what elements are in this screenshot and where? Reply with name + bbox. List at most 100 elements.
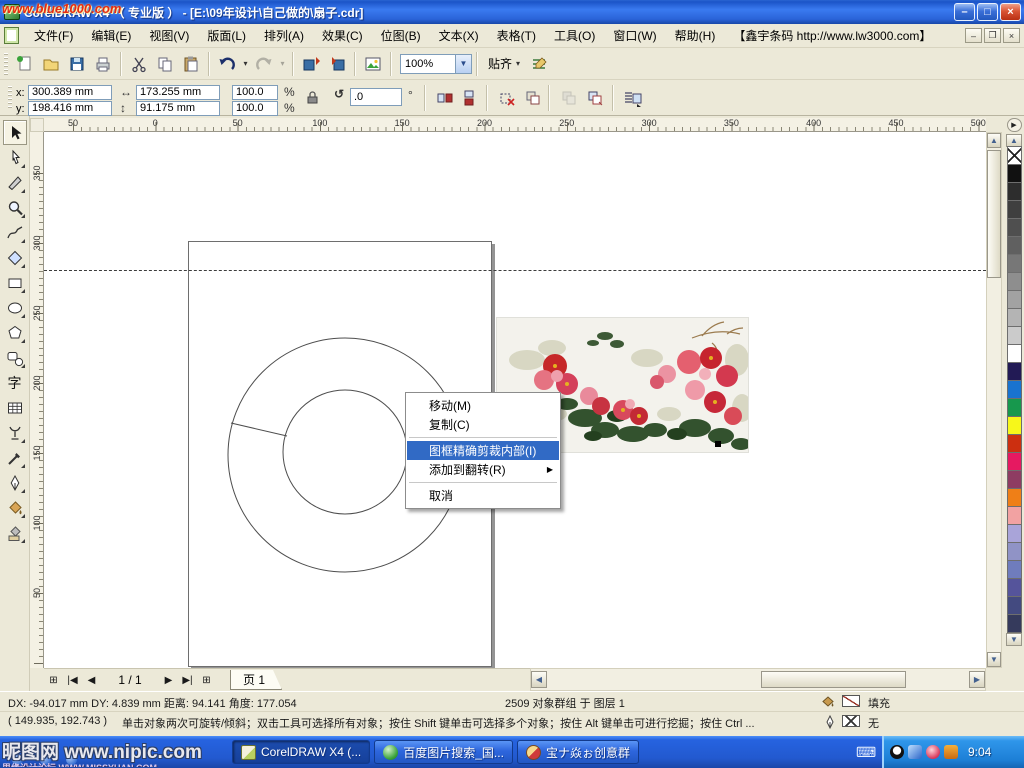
palette-flyout-button[interactable]: ▶ <box>1007 118 1022 132</box>
zoom-combo-arrow-icon[interactable]: ▼ <box>455 55 471 73</box>
menu-item[interactable]: 帮助(H) <box>666 24 725 47</box>
export-button[interactable] <box>324 51 350 77</box>
menu-item[interactable]: 表格(T) <box>488 24 545 47</box>
menu-item[interactable]: 位图(B) <box>372 24 430 47</box>
vertical-ruler[interactable]: 35030025020015010050 <box>30 132 44 668</box>
cut-button[interactable] <box>126 51 152 77</box>
text-tool[interactable]: 字 <box>3 370 27 395</box>
import-button[interactable] <box>298 51 324 77</box>
outline-pen-tool[interactable] <box>3 470 27 495</box>
color-swatch[interactable] <box>1007 614 1022 633</box>
polygon-tool[interactable] <box>3 320 27 345</box>
color-swatch[interactable] <box>1007 434 1022 453</box>
color-swatch[interactable] <box>1007 290 1022 309</box>
ellipse-tool[interactable] <box>3 295 27 320</box>
color-swatch[interactable] <box>1007 326 1022 345</box>
shape-tool[interactable] <box>3 145 27 170</box>
undo-button[interactable] <box>214 51 240 77</box>
open-button[interactable] <box>38 51 64 77</box>
security-tray-icon[interactable] <box>926 745 940 759</box>
basic-shapes-tool[interactable] <box>3 345 27 370</box>
menu-item[interactable]: 窗口(W) <box>604 24 665 47</box>
dictionary-tray-icon[interactable] <box>944 745 958 759</box>
first-page-button[interactable]: |◀ <box>64 672 81 689</box>
last-page-button[interactable]: ▶| <box>179 672 196 689</box>
application-launcher-button[interactable] <box>360 51 386 77</box>
menu-item[interactable]: 效果(C) <box>313 24 372 47</box>
color-swatch[interactable] <box>1007 272 1022 291</box>
scroll-up-arrow-icon[interactable]: ▲ <box>987 133 1001 148</box>
object-height-input[interactable]: 91.175 mm <box>136 101 220 116</box>
copy-button[interactable] <box>152 51 178 77</box>
color-swatch[interactable] <box>1007 398 1022 417</box>
context-menu-item[interactable]: 取消 <box>407 486 559 505</box>
horizontal-ruler[interactable]: 50050100150200250300350400450500 <box>44 118 986 132</box>
scroll-left-arrow-icon[interactable]: ◀ <box>531 671 547 688</box>
table-tool[interactable] <box>3 395 27 420</box>
color-swatch[interactable] <box>1007 182 1022 201</box>
rectangle-tool[interactable] <box>3 270 27 295</box>
mirror-vertical-button[interactable] <box>458 87 480 109</box>
previous-page-button[interactable]: ◀ <box>83 672 100 689</box>
context-menu-item[interactable]: 移动(M) <box>407 396 559 415</box>
text-wrap-options-button[interactable] <box>622 87 644 109</box>
add-page-start-button[interactable]: ⊞ <box>45 672 62 689</box>
toolbar-grip[interactable] <box>4 53 8 75</box>
undo-dropdown-arrow[interactable]: ▾ <box>240 51 251 77</box>
interactive-blend-tool[interactable] <box>3 420 27 445</box>
menu-item[interactable]: 文本(X) <box>430 24 488 47</box>
page-tab[interactable]: 页 1 <box>230 670 282 690</box>
color-swatch[interactable] <box>1007 488 1022 507</box>
ungroup-button[interactable] <box>584 87 606 109</box>
taskbar-button[interactable]: 百度图片搜索_国... <box>374 740 513 764</box>
no-color-swatch[interactable] <box>1007 146 1022 165</box>
color-swatch[interactable] <box>1007 560 1022 579</box>
color-swatch[interactable] <box>1007 308 1022 327</box>
scroll-right-arrow-icon[interactable]: ▶ <box>969 671 985 688</box>
zoom-level-combo[interactable]: 100% ▼ <box>400 54 472 74</box>
color-swatch[interactable] <box>1007 470 1022 489</box>
taskbar-button[interactable]: CorelDRAW X4 (... <box>232 740 370 764</box>
input-method-keyboard-icon[interactable]: ⌨ <box>856 744 876 761</box>
close-button[interactable]: × <box>1000 3 1021 21</box>
new-button[interactable] <box>12 51 38 77</box>
color-swatch[interactable] <box>1007 236 1022 255</box>
doc-close-button[interactable]: × <box>1003 28 1020 43</box>
doc-restore-button[interactable]: ❐ <box>984 28 1001 43</box>
x-position-input[interactable]: 300.389 mm <box>28 85 112 100</box>
eyedropper-tool[interactable] <box>3 445 27 470</box>
color-swatch[interactable] <box>1007 200 1022 219</box>
scale-h-input[interactable]: 100.0 <box>232 85 278 100</box>
mirror-horizontal-button[interactable] <box>434 87 456 109</box>
save-button[interactable] <box>64 51 90 77</box>
fill-tool[interactable] <box>3 495 27 520</box>
color-swatch[interactable] <box>1007 254 1022 273</box>
menu-item[interactable]: 编辑(E) <box>82 24 140 47</box>
color-swatch[interactable] <box>1007 452 1022 471</box>
menu-item[interactable]: 版面(L) <box>198 24 255 47</box>
context-menu-item[interactable]: 复制(C) <box>407 415 559 434</box>
color-swatch[interactable] <box>1007 362 1022 381</box>
object-width-input[interactable]: 173.255 mm <box>136 85 220 100</box>
taskbar-button[interactable]: 宝ナ焱ぉ创意群 <box>517 740 639 764</box>
y-position-input[interactable]: 198.416 mm <box>28 101 112 116</box>
horizontal-scroll-thumb[interactable] <box>761 671 906 688</box>
snap-to-button[interactable]: 贴齐 ▾ <box>482 55 526 72</box>
wrap-paragraph-button[interactable] <box>522 87 544 109</box>
menu-item[interactable]: 【鑫宇条码 http://www.lw3000.com】 <box>724 24 940 47</box>
color-swatch[interactable] <box>1007 218 1022 237</box>
ruler-origin-box[interactable] <box>30 118 44 132</box>
color-swatch[interactable] <box>1007 524 1022 543</box>
redo-dropdown-arrow[interactable]: ▾ <box>277 51 288 77</box>
color-swatch[interactable] <box>1007 506 1022 525</box>
context-menu-item[interactable]: 添加到翻转(R)▶ <box>407 460 559 479</box>
menu-item[interactable]: 视图(V) <box>140 24 198 47</box>
interactive-fill-tool[interactable] <box>3 520 27 545</box>
paste-button[interactable] <box>178 51 204 77</box>
freehand-tool[interactable] <box>3 220 27 245</box>
color-swatch[interactable] <box>1007 164 1022 183</box>
color-swatch[interactable] <box>1007 344 1022 363</box>
selection-handle[interactable] <box>715 441 721 447</box>
color-swatch[interactable] <box>1007 596 1022 615</box>
zoom-tool[interactable] <box>3 195 27 220</box>
